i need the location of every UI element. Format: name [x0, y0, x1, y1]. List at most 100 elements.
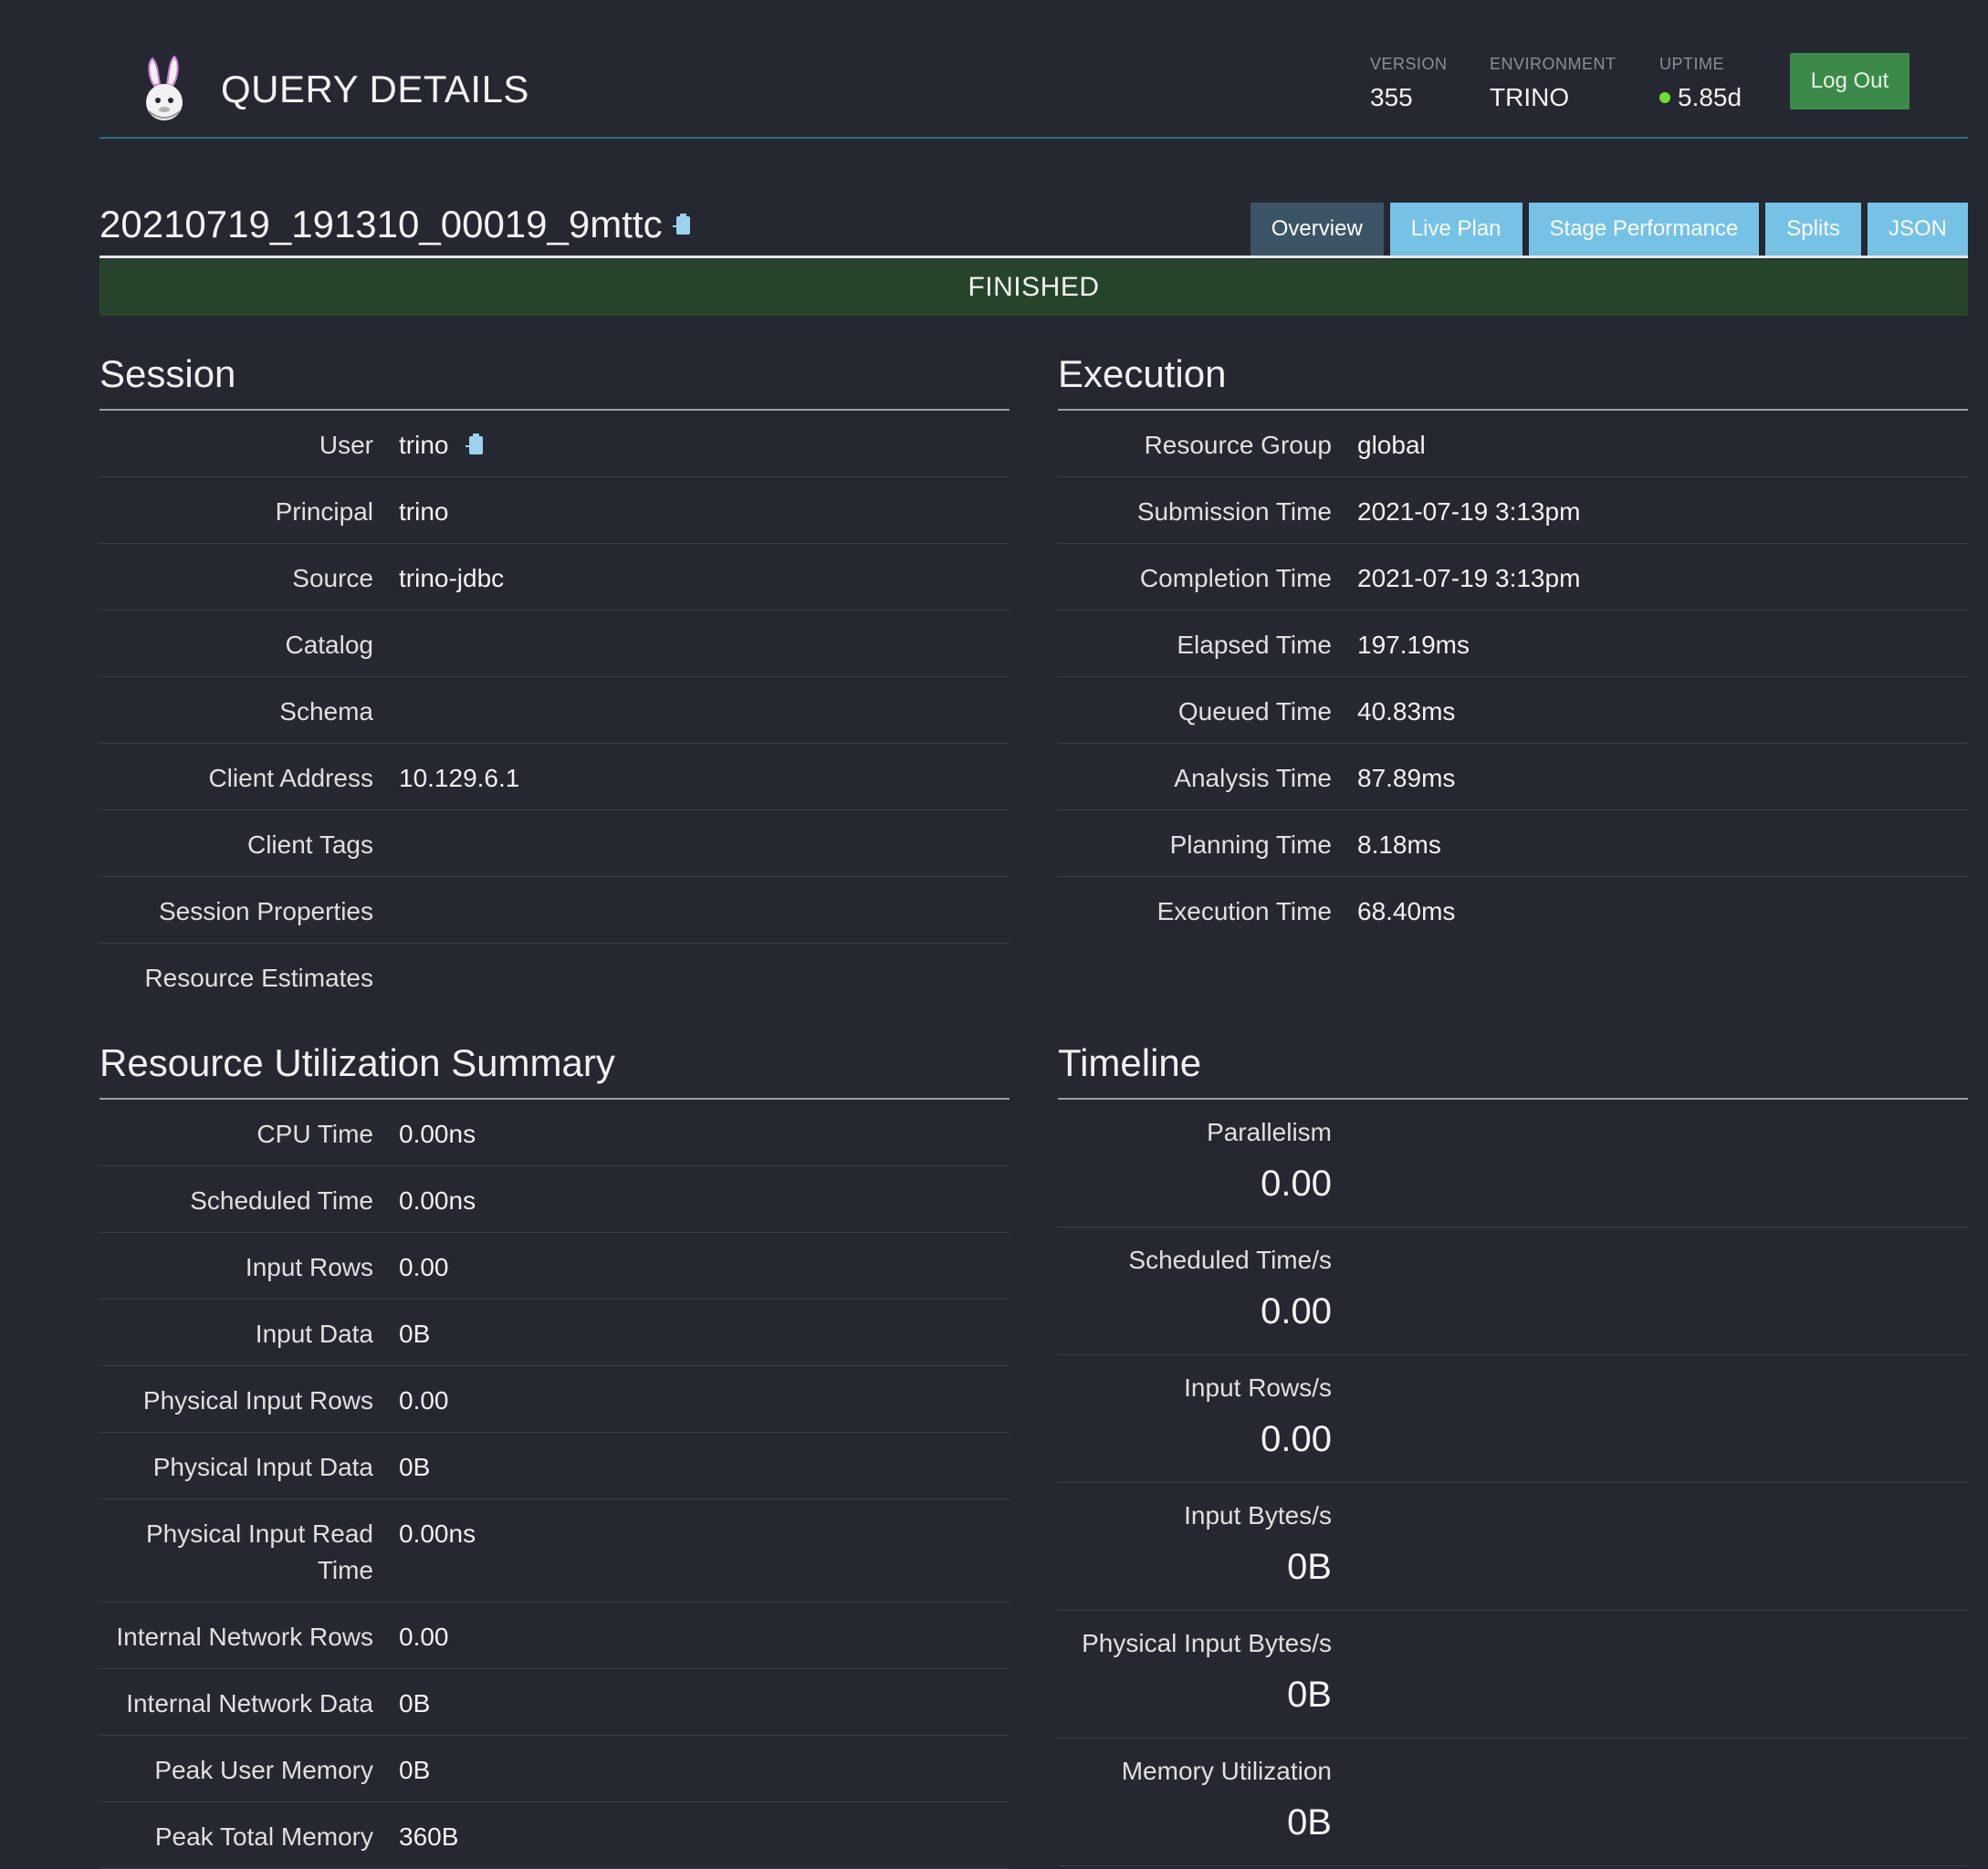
tab-stage-performance[interactable]: Stage Performance — [1528, 203, 1760, 256]
status-dot-icon — [1659, 91, 1670, 103]
row-label: Client Address — [208, 764, 373, 792]
row-label: Internal Network Rows — [116, 1623, 373, 1651]
table-row: Peak Total Memory 360B — [99, 1802, 1010, 1869]
tab-splits[interactable]: Splits — [1765, 203, 1861, 256]
row-label: Resource Estimates — [144, 964, 373, 992]
execution-heading: Execution — [1058, 347, 1968, 411]
version-label: VERSION — [1370, 55, 1448, 73]
row-value: 0.00ns — [399, 1519, 476, 1548]
row-value — [373, 877, 399, 943]
logout-button[interactable]: Log Out — [1790, 53, 1910, 110]
timeline-value: 0B — [1287, 1802, 1332, 1843]
row-value: 0.00 — [399, 1623, 449, 1651]
row-value: 8.18ms — [1357, 830, 1441, 859]
table-row: Planning Time 8.18ms — [1058, 810, 1968, 877]
row-label: Input Rows — [245, 1253, 373, 1281]
row-label: Completion Time — [1139, 564, 1332, 592]
version-info: VERSION 355 — [1370, 55, 1448, 112]
row-value: 197.19ms — [1357, 631, 1470, 659]
query-status-bar: FINISHED — [99, 259, 1968, 316]
table-row: Input Data 0B — [99, 1300, 1010, 1366]
row-label: Physical Input Data — [152, 1453, 373, 1481]
row-label: Submission Time — [1136, 497, 1332, 526]
row-label: Peak Total Memory — [154, 1822, 373, 1851]
table-row: Physical Input Rows 0.00 — [99, 1366, 1010, 1433]
table-row: Physical Input Data 0B — [99, 1433, 1010, 1499]
row-label: User — [319, 431, 373, 459]
row-value: 0B — [399, 1756, 431, 1784]
user-value: trino — [399, 431, 449, 459]
timeline-value: 0B — [1287, 1547, 1332, 1587]
session-heading: Session — [99, 347, 1010, 411]
timeline-label: Input Rows/s — [1184, 1373, 1332, 1402]
table-row: CPU Time 0.00ns — [99, 1100, 1010, 1166]
row-label: Physical Input Rows — [142, 1386, 373, 1415]
timeline-row: Parallelism 0.00 — [1058, 1100, 1968, 1227]
timeline-label: Parallelism — [1207, 1118, 1332, 1146]
row-value: trino — [373, 411, 485, 476]
row-label: Internal Network Data — [126, 1689, 373, 1718]
table-row: Completion Time 2021-07-19 3:13pm — [1058, 544, 1968, 611]
row-value — [373, 810, 399, 876]
row-label: Execution Time — [1156, 897, 1332, 925]
environment-info: ENVIRONMENT TRINO — [1490, 55, 1617, 112]
environment-label: ENVIRONMENT — [1490, 55, 1617, 73]
row-label: Planning Time — [1169, 830, 1332, 859]
timeline-label: Memory Utilization — [1121, 1757, 1332, 1785]
execution-section: Execution Resource Group global Submissi… — [1058, 347, 1968, 943]
row-label: Scheduled Time — [190, 1186, 373, 1215]
row-value: trino-jdbc — [399, 564, 505, 592]
top-header: QUERY DETAILS VERSION 355 ENVIRONMENT TR… — [99, 0, 1968, 139]
tab-json[interactable]: JSON — [1867, 203, 1968, 256]
table-row: Resource Group global — [1058, 411, 1968, 477]
tab-overview[interactable]: Overview — [1250, 203, 1384, 256]
table-row: Analysis Time 87.89ms — [1058, 744, 1968, 810]
row-value: global — [1357, 431, 1426, 459]
row-value: 0.00 — [399, 1253, 449, 1281]
clipboard-copy-icon[interactable] — [465, 433, 485, 457]
row-value: 0.00ns — [399, 1120, 476, 1148]
row-label: Peak User Memory — [154, 1756, 373, 1784]
table-row: Client Tags — [99, 810, 1010, 877]
tab-live-plan[interactable]: Live Plan — [1389, 203, 1522, 256]
timeline-label: Physical Input Bytes/s — [1082, 1629, 1332, 1657]
table-row: Execution Time 68.40ms — [1058, 877, 1968, 943]
row-value: 0.00ns — [399, 1186, 476, 1215]
row-label: Elapsed Time — [1177, 631, 1332, 659]
timeline-label: Scheduled Time/s — [1128, 1246, 1332, 1274]
tab-bar: Overview Live Plan Stage Performance Spl… — [1250, 203, 1968, 256]
table-row: Elapsed Time 197.19ms — [1058, 611, 1968, 677]
row-value: 360B — [399, 1822, 459, 1851]
environment-value: TRINO — [1490, 83, 1570, 111]
row-value: 68.40ms — [1357, 897, 1456, 925]
resource-summary-heading: Resource Utilization Summary — [99, 1036, 1010, 1100]
row-label: Input Data — [255, 1320, 373, 1348]
row-value: 40.83ms — [1357, 697, 1456, 726]
row-label: Schema — [279, 697, 373, 726]
timeline-row: Scheduled Time/s 0.00 — [1058, 1227, 1968, 1355]
table-row: Internal Network Rows 0.00 — [99, 1603, 1010, 1669]
timeline-row: Memory Utilization 0B — [1058, 1738, 1968, 1866]
timeline-value: 0.00 — [1261, 1291, 1332, 1331]
row-value: 0B — [399, 1453, 431, 1481]
timeline-value: 0.00 — [1261, 1419, 1332, 1459]
table-row: Peak User Memory 0B — [99, 1736, 1010, 1802]
query-id: 20210719_191310_00019_9mttc — [99, 203, 663, 245]
row-label: Queued Time — [1177, 697, 1332, 726]
row-value: 87.89ms — [1357, 764, 1456, 792]
uptime-value-wrap: 5.85d — [1659, 83, 1742, 112]
table-row: Source trino-jdbc — [99, 544, 1010, 611]
row-label: CPU Time — [256, 1120, 373, 1148]
table-row: Catalog — [99, 611, 1010, 677]
timeline-label: Input Bytes/s — [1184, 1501, 1332, 1530]
version-value: 355 — [1370, 83, 1413, 111]
uptime-info: UPTIME 5.85d — [1659, 55, 1742, 112]
table-row: Submission Time 2021-07-19 3:13pm — [1058, 477, 1968, 544]
clipboard-copy-icon[interactable] — [672, 213, 692, 237]
row-value — [373, 611, 399, 676]
row-label: Client Tags — [246, 830, 373, 859]
row-label: Catalog — [285, 631, 373, 659]
trino-bunny-logo — [146, 55, 183, 120]
row-value: trino — [399, 497, 449, 526]
row-label: Physical Input Read Time — [145, 1519, 373, 1584]
